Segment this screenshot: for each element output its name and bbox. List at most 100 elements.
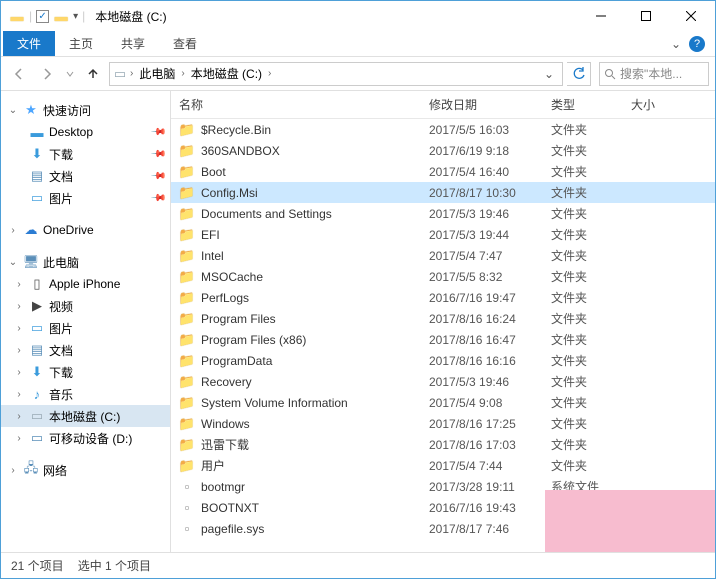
file-name: System Volume Information <box>201 396 348 410</box>
file-name: pagefile.sys <box>201 522 264 536</box>
folder-icon: 📁 <box>179 332 195 348</box>
sidebar-cdrive[interactable]: ›▭本地磁盘 (C:) <box>1 405 170 427</box>
window-controls <box>578 2 713 30</box>
table-row[interactable]: 📁用户2017/5/4 7:44文件夹 <box>171 455 715 476</box>
file-name: 迅雷下载 <box>201 436 249 453</box>
drive-icon: ▭ <box>112 66 128 82</box>
nav-forward-button[interactable] <box>35 62 59 86</box>
folder-icon: 📁 <box>179 458 195 474</box>
table-row[interactable]: 📁ProgramData2017/8/16 16:16文件夹 <box>171 350 715 371</box>
sidebar-network[interactable]: ›🖧网络 <box>1 459 170 481</box>
table-row[interactable]: 📁System Volume Information2017/5/4 9:08文… <box>171 392 715 413</box>
minimize-button[interactable] <box>578 2 623 30</box>
file-type: 文件夹 <box>551 247 631 264</box>
address-dropdown-icon[interactable]: ⌄ <box>538 67 560 81</box>
table-row[interactable]: 📁EFI2017/5/3 19:44文件夹 <box>171 224 715 245</box>
sidebar: ⌄★快速访问 ▬Desktop📌 ⬇下载📌 ▤文档📌 ▭图片📌 ›☁OneDri… <box>1 91 171 552</box>
table-row[interactable]: 📁$Recycle.Bin2017/5/5 16:03文件夹 <box>171 119 715 140</box>
file-name: Program Files (x86) <box>201 333 306 347</box>
file-date: 2017/5/3 19:44 <box>429 228 551 242</box>
crumb-pc[interactable]: 此电脑 <box>135 63 179 84</box>
file-icon: ▫ <box>179 500 195 516</box>
folder-icon: 📁 <box>179 185 195 201</box>
file-date: 2017/5/4 9:08 <box>429 396 551 410</box>
picture-icon: ▭ <box>29 190 45 206</box>
sidebar-quickaccess[interactable]: ⌄★快速访问 <box>1 99 170 121</box>
sidebar-documents[interactable]: ▤文档📌 <box>1 165 170 187</box>
table-row[interactable]: 📁Program Files (x86)2017/8/16 16:47文件夹 <box>171 329 715 350</box>
table-row[interactable]: 📁迅雷下载2017/8/16 17:03文件夹 <box>171 434 715 455</box>
nav-back-button[interactable] <box>7 62 31 86</box>
tab-home[interactable]: 主页 <box>55 31 107 56</box>
file-list[interactable]: 📁$Recycle.Bin2017/5/5 16:03文件夹📁360SANDBO… <box>171 119 715 552</box>
sidebar-pictures[interactable]: ▭图片📌 <box>1 187 170 209</box>
qat-checkbox-icon[interactable]: ✓ <box>36 10 49 23</box>
file-type: 文件夹 <box>551 268 631 285</box>
sidebar-downloads2[interactable]: ›⬇下载 <box>1 361 170 383</box>
pin-icon: 📌 <box>149 190 166 207</box>
qat-folder-icon[interactable]: ▬ <box>53 8 69 24</box>
column-name[interactable]: 名称 <box>179 96 429 113</box>
sidebar-videos[interactable]: ›▶视频 <box>1 295 170 317</box>
column-size[interactable]: 大小 <box>631 96 707 113</box>
expand-ribbon-icon[interactable]: ⌄ <box>671 37 681 51</box>
help-icon[interactable]: ? <box>689 36 705 52</box>
table-row[interactable]: 📁MSOCache2017/5/5 8:32文件夹 <box>171 266 715 287</box>
table-row[interactable]: 📁PerfLogs2016/7/16 19:47文件夹 <box>171 287 715 308</box>
table-row[interactable]: 📁Intel2017/5/4 7:47文件夹 <box>171 245 715 266</box>
search-box[interactable]: 搜索"本地... <box>599 62 709 86</box>
table-row[interactable]: 📁Config.Msi2017/8/17 10:30文件夹 <box>171 182 715 203</box>
folder-icon: 📁 <box>179 269 195 285</box>
sidebar-ddrive[interactable]: ›▭可移动设备 (D:) <box>1 427 170 449</box>
download-icon: ⬇ <box>29 364 45 380</box>
close-button[interactable] <box>668 2 713 30</box>
sidebar-documents2[interactable]: ›▤文档 <box>1 339 170 361</box>
address-bar[interactable]: ▭ › 此电脑 › 本地磁盘 (C:) › ⌄ <box>109 62 563 86</box>
table-row[interactable]: 📁Documents and Settings2017/5/3 19:46文件夹 <box>171 203 715 224</box>
download-icon: ⬇ <box>29 146 45 162</box>
refresh-button[interactable] <box>567 62 591 86</box>
sidebar-desktop[interactable]: ▬Desktop📌 <box>1 121 170 143</box>
crumb-drive[interactable]: 本地磁盘 (C:) <box>187 63 266 84</box>
sidebar-iphone[interactable]: ›▯Apple iPhone <box>1 273 170 295</box>
tab-view[interactable]: 查看 <box>159 31 211 56</box>
nav-up-button[interactable] <box>81 62 105 86</box>
table-row[interactable]: 📁Recovery2017/5/3 19:46文件夹 <box>171 371 715 392</box>
maximize-button[interactable] <box>623 2 668 30</box>
sidebar-music[interactable]: ›♪音乐 <box>1 383 170 405</box>
window-title: 本地磁盘 (C:) <box>95 8 166 25</box>
file-type: 文件夹 <box>551 142 631 159</box>
column-type[interactable]: 类型 <box>551 96 631 113</box>
qat-dropdown-icon[interactable]: ▾ <box>73 11 78 22</box>
file-date: 2017/8/16 17:25 <box>429 417 551 431</box>
sidebar-pictures2[interactable]: ›▭图片 <box>1 317 170 339</box>
nav-recent-dropdown[interactable] <box>63 62 77 86</box>
sidebar-onedrive[interactable]: ›☁OneDrive <box>1 219 170 241</box>
video-icon: ▶ <box>29 298 45 314</box>
table-row[interactable]: 📁Windows2017/8/16 17:25文件夹 <box>171 413 715 434</box>
column-date[interactable]: 修改日期 <box>429 96 551 113</box>
sidebar-thispc[interactable]: ⌄🖥此电脑 <box>1 251 170 273</box>
table-row[interactable]: 📁360SANDBOX2017/6/19 9:18文件夹 <box>171 140 715 161</box>
file-type: 文件夹 <box>551 457 631 474</box>
ribbon-right: ⌄ ? <box>671 31 715 56</box>
file-name: Documents and Settings <box>201 207 332 221</box>
file-type: 文件夹 <box>551 415 631 432</box>
sidebar-downloads[interactable]: ⬇下载📌 <box>1 143 170 165</box>
titlebar-sep: | <box>29 9 32 23</box>
crumb-sep-icon[interactable]: › <box>181 68 184 79</box>
network-icon: 🖧 <box>23 462 39 478</box>
crumb-sep-icon[interactable]: › <box>130 68 133 79</box>
table-row[interactable]: 📁Boot2017/5/4 16:40文件夹 <box>171 161 715 182</box>
folder-icon: 📁 <box>179 290 195 306</box>
file-date: 2017/6/19 9:18 <box>429 144 551 158</box>
tab-file[interactable]: 文件 <box>3 31 55 56</box>
file-name: Intel <box>201 249 224 263</box>
tab-share[interactable]: 共享 <box>107 31 159 56</box>
file-date: 2017/3/28 19:11 <box>429 480 551 494</box>
crumb-sep-icon[interactable]: › <box>268 68 271 79</box>
cloud-icon: ☁ <box>23 222 39 238</box>
folder-icon: 📁 <box>179 164 195 180</box>
table-row[interactable]: 📁Program Files2017/8/16 16:24文件夹 <box>171 308 715 329</box>
file-name: $Recycle.Bin <box>201 123 271 137</box>
